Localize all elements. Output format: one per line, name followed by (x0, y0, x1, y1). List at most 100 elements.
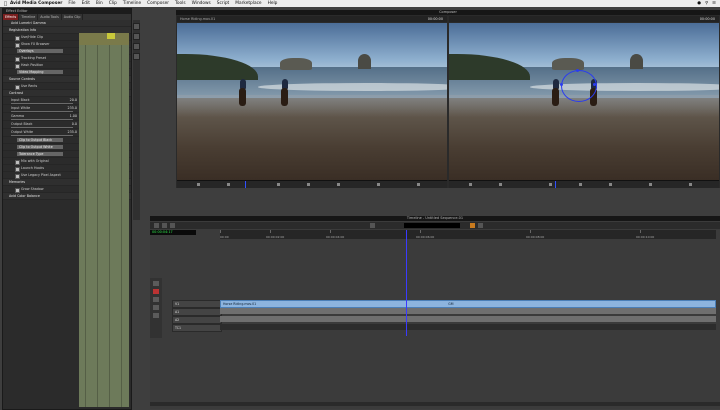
effect-param-slider[interactable] (11, 102, 73, 104)
mark-out-icon[interactable] (337, 183, 340, 186)
timeline-scrollbar[interactable] (150, 402, 720, 406)
record-monitor[interactable] (449, 23, 719, 180)
checkbox[interactable] (15, 84, 20, 90)
link-icon[interactable] (154, 223, 159, 228)
effect-param-value[interactable]: 235.0 (68, 105, 77, 111)
menu-script[interactable]: Script (217, 1, 229, 6)
step-back-icon[interactable] (499, 183, 502, 186)
checkbox[interactable] (15, 187, 20, 193)
audio-clip[interactable] (220, 316, 716, 322)
menu-help[interactable]: Help (268, 1, 278, 6)
menu-bin[interactable]: Bin (96, 1, 103, 6)
trim-mode-icon[interactable] (470, 223, 475, 228)
source-monitor[interactable] (177, 23, 447, 180)
trim-tool-icon[interactable] (153, 305, 159, 310)
effect-param-slider[interactable] (11, 118, 73, 120)
mark-out-icon[interactable] (609, 183, 612, 186)
effect-param-slider[interactable] (11, 134, 73, 136)
play-reverse-icon[interactable] (469, 183, 472, 186)
snap-icon[interactable] (478, 223, 483, 228)
search-icon[interactable]: ⚲ (705, 1, 708, 6)
tracking-point[interactable] (576, 69, 579, 72)
play-reverse-icon[interactable] (197, 183, 200, 186)
tracking-point[interactable] (560, 83, 563, 86)
effect-param-value[interactable]: 20.0 (70, 97, 77, 103)
tracking-shape[interactable] (561, 70, 597, 102)
menu-list-icon[interactable]: ☰ (712, 1, 716, 6)
source-clip-name[interactable]: Horse Riding.mov.01 (180, 16, 215, 22)
master-timecode[interactable]: 00:00:04:17 (150, 230, 196, 235)
timeline-playhead[interactable] (406, 230, 407, 336)
audio-clip[interactable] (220, 308, 716, 314)
menu-composer[interactable]: Composer (147, 1, 169, 6)
ruler-label: 00:00:04:00 (326, 235, 345, 239)
menu-bar:  Avid Media Composer File Edit Bin Clip… (0, 0, 720, 7)
checkbox[interactable] (15, 173, 20, 179)
effect-param-label: Mix with Original (21, 159, 49, 163)
source-position-indicator[interactable] (245, 181, 246, 188)
menu-tools[interactable]: Tools (175, 1, 186, 6)
menu-marketplace[interactable]: Marketplace (235, 1, 261, 6)
wifi-icon[interactable]: ● (697, 1, 701, 6)
lift-icon[interactable] (649, 183, 652, 186)
keyframe-marker[interactable] (107, 33, 115, 39)
checkbox[interactable] (15, 63, 20, 69)
timeline-ruler[interactable]: 00:00 00:00:02:00 00:00:04:00 00:00:06:0… (220, 230, 716, 239)
app-menu[interactable]: Avid Media Composer (10, 1, 62, 6)
track-header[interactable]: A1 (172, 308, 222, 316)
zoom-tool-icon[interactable] (133, 43, 140, 50)
timeline-tc-display[interactable] (404, 223, 460, 228)
menu-file[interactable]: File (68, 1, 75, 6)
source-timecode[interactable]: 00:00:00 (428, 16, 443, 22)
keyframe-graph[interactable] (79, 45, 129, 407)
timeline-clip[interactable]: Horse Riding.mov.01 GM (220, 300, 716, 308)
splice-tool-icon[interactable] (153, 313, 159, 318)
checkbox[interactable] (15, 56, 20, 62)
effect-param-value[interactable]: 1.00 (70, 113, 77, 119)
track-header[interactable]: TC1 (172, 324, 222, 332)
play-icon[interactable] (579, 183, 582, 186)
effect-param-label: Source Controls (9, 77, 36, 81)
menu-edit[interactable]: Edit (82, 1, 90, 6)
checkbox[interactable] (15, 35, 20, 41)
checkbox[interactable] (15, 166, 20, 172)
overwrite-icon[interactable] (417, 183, 420, 186)
smart-tool-icon[interactable] (153, 281, 159, 286)
menu-windows[interactable]: Windows (192, 1, 211, 6)
effect-param-value[interactable]: 0.0 (72, 121, 77, 127)
pointer-tool-icon[interactable] (133, 23, 140, 30)
track-icon[interactable] (162, 223, 167, 228)
step-back-icon[interactable] (227, 183, 230, 186)
ruler-label: 00:00:02:00 (266, 235, 285, 239)
menu-clip[interactable]: Clip (109, 1, 117, 6)
composer-title: Composer (176, 10, 720, 15)
segment-mode-icon[interactable] (370, 223, 375, 228)
play-icon[interactable] (307, 183, 310, 186)
menu-timeline[interactable]: Timeline (123, 1, 141, 6)
splice-icon[interactable] (377, 183, 380, 186)
effect-param-value[interactable]: 235.0 (68, 129, 77, 135)
lift-overwrite-icon[interactable] (153, 297, 159, 302)
source-monitor-header: Horse Riding.mov.01 00:00:00 (177, 16, 447, 22)
checkbox[interactable] (15, 159, 20, 165)
record-position-indicator[interactable] (555, 181, 556, 188)
tracking-point[interactable] (593, 83, 596, 86)
effect-param-label: Use Rects (21, 84, 38, 88)
crop-tool-icon[interactable] (133, 53, 140, 60)
track-header[interactable]: A2 (172, 316, 222, 324)
tool-strip (133, 20, 140, 220)
overwrite-tool-icon[interactable] (153, 289, 159, 294)
effect-param-label: Tolerance Type (19, 152, 44, 156)
effect-name[interactable]: Avid Lumetri Gamma (3, 20, 131, 27)
video-quality-icon[interactable] (170, 223, 175, 228)
track-header[interactable]: V1 (172, 300, 222, 308)
effect-badge: GM (448, 302, 454, 306)
checkbox[interactable] (15, 42, 20, 48)
mark-in-icon[interactable] (549, 183, 552, 186)
mark-in-icon[interactable] (277, 183, 280, 186)
effect-param-slider[interactable] (11, 110, 73, 112)
record-timecode[interactable]: 00:00:00 (700, 16, 715, 22)
effect-param-slider[interactable] (11, 126, 73, 128)
hand-tool-icon[interactable] (133, 33, 140, 40)
extract-icon[interactable] (689, 183, 692, 186)
